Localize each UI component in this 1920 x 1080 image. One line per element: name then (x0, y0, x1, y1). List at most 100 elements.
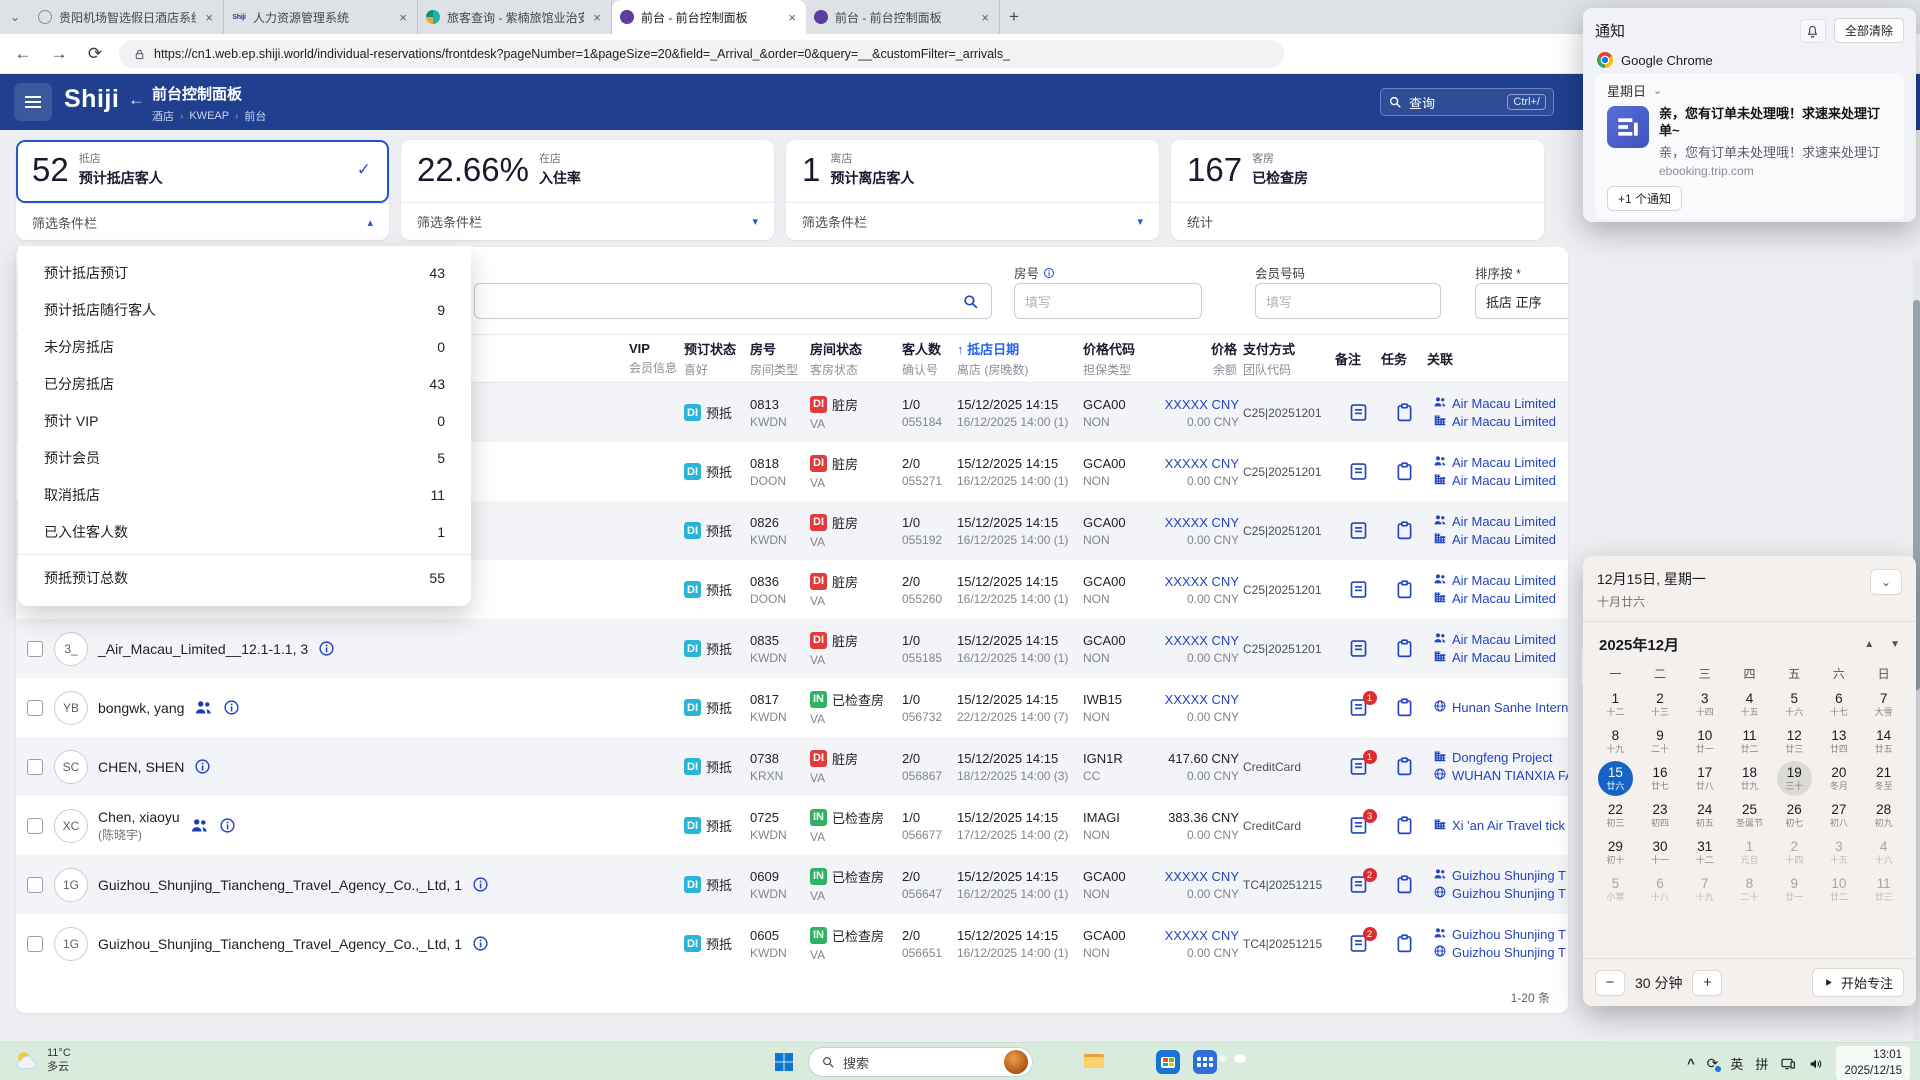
calendar-day[interactable]: 11廿三 (1861, 871, 1906, 908)
dropdown-item[interactable]: 已入住客人数 1 (18, 513, 471, 550)
start-button[interactable] (771, 1049, 797, 1075)
guest-name[interactable]: Chen, xiaoyu (98, 809, 180, 825)
calendar-day[interactable]: 1十二 (1593, 686, 1638, 723)
stat-card-2[interactable]: 1 离店 预计离店客人 筛选条件栏 ▾ (786, 140, 1159, 240)
calendar-day[interactable]: 21冬至 (1861, 760, 1906, 797)
notes-cell[interactable]: 1 (1335, 697, 1381, 718)
calendar-day[interactable]: 10廿二 (1817, 871, 1862, 908)
note-icon[interactable] (1348, 579, 1369, 600)
new-tab-button[interactable]: + (1000, 0, 1028, 34)
tasks-cell[interactable] (1381, 638, 1427, 659)
table-row[interactable]: SC CHEN, SHEN DI预抵 0738KRXN DI脏房VA 2/005… (16, 737, 1568, 796)
info-icon[interactable] (472, 876, 489, 893)
filter-bar-toggle[interactable]: 统计 (1171, 202, 1544, 239)
notes-cell[interactable] (1335, 461, 1381, 482)
notes-cell[interactable] (1335, 402, 1381, 423)
file-explorer-icon[interactable] (1081, 1049, 1107, 1075)
forward-icon[interactable]: → (44, 39, 74, 69)
related-link[interactable]: Air Macau Limited (1433, 572, 1568, 590)
guest-name[interactable]: bongwk, yang (98, 700, 184, 716)
related-link[interactable]: Guizhou Shunjing T (1433, 867, 1568, 885)
notification-item[interactable]: 亲，您有订单未处理哦！求速来处理订单~ 亲，您有订单未处理哦！求速来处理订 eb… (1607, 106, 1892, 178)
calendar-day[interactable]: 2十四 (1772, 834, 1817, 871)
column-header[interactable]: 关联 (1427, 349, 1568, 368)
related-link[interactable]: Xi 'an Air Travel tick (1433, 817, 1568, 835)
calendar-day[interactable]: 16廿七 (1638, 760, 1683, 797)
calendar-day[interactable]: 11廿二 (1727, 723, 1772, 760)
filter-bar-toggle[interactable]: 筛选条件栏 ▾ (401, 202, 774, 239)
taskbar-search-input[interactable]: 搜索 (808, 1047, 1033, 1077)
tasks-cell[interactable] (1381, 874, 1427, 895)
related-link[interactable]: Dongfeng Project (1433, 749, 1568, 767)
tab-close-icon[interactable]: × (979, 10, 991, 25)
calendar-day[interactable]: 4十五 (1727, 686, 1772, 723)
browser-tab[interactable]: 贵阳机场智选假日酒店系统网址导 × (30, 0, 224, 34)
related-link[interactable]: Air Macau Limited (1433, 472, 1568, 490)
tray-expand-icon[interactable]: ^ (1687, 1056, 1695, 1071)
calendar-day[interactable]: 24初五 (1682, 797, 1727, 834)
related-link[interactable]: Air Macau Limited (1433, 513, 1568, 531)
column-header[interactable]: 任务 (1381, 349, 1427, 368)
calendar-day[interactable]: 27初八 (1817, 797, 1862, 834)
calendar-next-icon[interactable]: ▼ (1890, 639, 1900, 650)
column-header[interactable]: ↑ 抵店日期 离店 (房晚数) (957, 339, 1083, 378)
focus-plus-button[interactable]: + (1692, 970, 1722, 996)
calendar-month-label[interactable]: 2025年12月 (1599, 634, 1848, 655)
clipboard-icon[interactable] (1394, 874, 1415, 895)
dropdown-item[interactable]: 取消抵店 11 (18, 476, 471, 513)
info-icon[interactable] (194, 758, 211, 775)
member-number-input[interactable]: 填写 (1255, 283, 1441, 319)
related-link[interactable]: Air Macau Limited (1433, 454, 1568, 472)
calendar-day[interactable]: 3十五 (1817, 834, 1862, 871)
accompanying-guests-icon[interactable] (194, 698, 213, 717)
clipboard-icon[interactable] (1394, 461, 1415, 482)
calendar-day[interactable]: 31十二 (1682, 834, 1727, 871)
note-icon[interactable] (1348, 638, 1369, 659)
related-link[interactable]: Air Macau Limited (1433, 395, 1568, 413)
tasks-cell[interactable] (1381, 756, 1427, 777)
clear-all-button[interactable]: 全部清除 (1834, 18, 1904, 43)
app-back-icon[interactable]: ← (128, 90, 145, 110)
calendar-day[interactable]: 22初三 (1593, 797, 1638, 834)
note-icon[interactable]: 1 (1348, 697, 1369, 718)
hamburger-menu-icon[interactable] (14, 83, 52, 121)
tasks-cell[interactable] (1381, 815, 1427, 836)
focus-minus-button[interactable]: − (1595, 970, 1625, 996)
sync-tray-icon[interactable]: ⟳ (1707, 1055, 1719, 1072)
calendar-day[interactable]: 14廿五 (1861, 723, 1906, 760)
weather-widget[interactable]: 11°C 多云 (14, 1047, 71, 1075)
calendar-day[interactable]: 9廿一 (1772, 871, 1817, 908)
table-row[interactable]: XC Chen, xiaoyu(陈晓宇) DI预抵 0725KWDN IN已检查… (16, 796, 1568, 855)
table-row[interactable]: YB bongwk, yang DI预抵 0817KWDN IN已检查房VA 1… (16, 678, 1568, 737)
clipboard-icon[interactable] (1394, 756, 1415, 777)
notification-settings-icon[interactable] (1800, 19, 1826, 43)
calendar-day[interactable]: 19三十 (1772, 760, 1817, 797)
calendar-day[interactable]: 26初七 (1772, 797, 1817, 834)
clipboard-icon[interactable] (1394, 638, 1415, 659)
calendar-day[interactable]: 9二十 (1638, 723, 1683, 760)
row-checkbox[interactable] (27, 936, 43, 952)
calendar-day[interactable]: 3十四 (1682, 686, 1727, 723)
browser-tab[interactable]: 前台 - 前台控制面板 × (806, 0, 1000, 34)
calendar-prev-icon[interactable]: ▲ (1864, 639, 1874, 650)
browser-tab[interactable]: 前台 - 前台控制面板 × (612, 0, 806, 34)
stat-card-0[interactable]: 52 抵店 预计抵店客人 ✓ 筛选条件栏 ▴ (16, 140, 389, 240)
clipboard-icon[interactable] (1394, 520, 1415, 541)
dropdown-item[interactable]: 已分房抵店 43 (18, 365, 471, 402)
related-link[interactable]: Air Macau Limited (1433, 531, 1568, 549)
calendar-day[interactable]: 4十六 (1861, 834, 1906, 871)
tasks-cell[interactable] (1381, 520, 1427, 541)
table-row[interactable]: 3_ _Air_Macau_Limited__12.1-1.1, 3 DI预抵 … (16, 619, 1568, 678)
notes-cell[interactable]: 2 (1335, 874, 1381, 895)
tasks-cell[interactable] (1381, 402, 1427, 423)
browser-tab[interactable]: 旅客查询 - 紫楠旅馆业治安信息管 × (418, 0, 612, 34)
clipboard-icon[interactable] (1394, 815, 1415, 836)
row-checkbox[interactable] (27, 700, 43, 716)
calendar-day[interactable]: 25圣诞节 (1727, 797, 1772, 834)
notes-cell[interactable] (1335, 520, 1381, 541)
column-header[interactable]: 房号 房间类型 (750, 339, 810, 378)
table-row[interactable]: 1G Guizhou_Shunjing_Tiancheng_Travel_Age… (16, 914, 1568, 973)
dropdown-item[interactable]: 预计 VIP 0 (18, 402, 471, 439)
guest-name[interactable]: Guizhou_Shunjing_Tiancheng_Travel_Agency… (98, 936, 462, 952)
tab-search-icon[interactable]: ⌄ (0, 0, 30, 34)
